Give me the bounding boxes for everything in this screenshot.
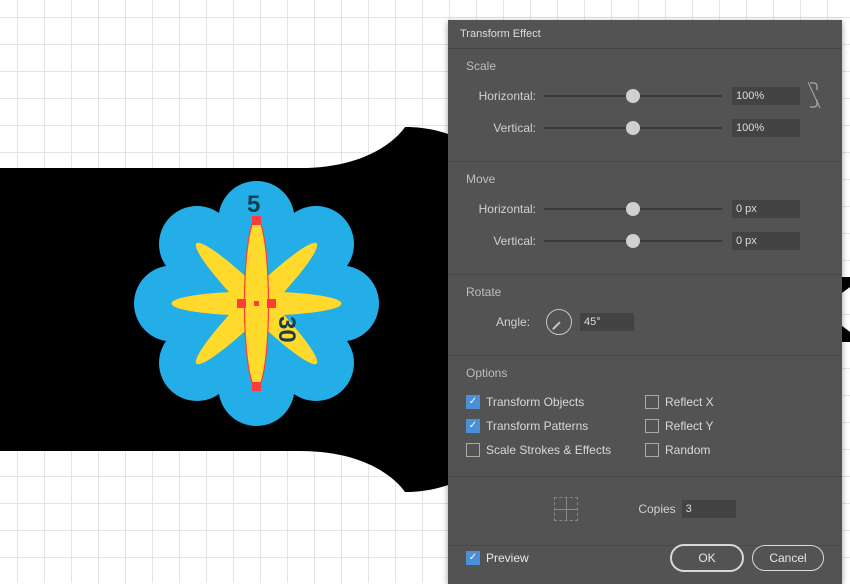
move-vertical-slider[interactable] [544, 233, 722, 249]
opt-label: Transform Objects [486, 395, 584, 409]
section-options: Options Transform Objects Reflect X Tran… [448, 356, 842, 477]
opt-reflect-x[interactable]: Reflect X [645, 390, 824, 414]
move-vertical-label: Vertical: [466, 234, 536, 248]
opt-label: Reflect X [665, 395, 714, 409]
flower-artwork[interactable]: 5 30 [129, 176, 384, 431]
options-heading: Options [466, 366, 824, 380]
annotation-right: 30 [273, 316, 300, 343]
move-horizontal-value[interactable]: 0 px [732, 200, 800, 218]
opt-label: Reflect Y [665, 419, 713, 433]
opt-transform-patterns[interactable]: Transform Patterns [466, 414, 645, 438]
scale-vertical-label: Vertical: [466, 121, 536, 135]
checkbox-icon[interactable] [466, 419, 480, 433]
opt-label: Scale Strokes & Effects [486, 443, 611, 457]
opt-reflect-y[interactable]: Reflect Y [645, 414, 824, 438]
opt-label: Random [665, 443, 710, 457]
dialog-footer: Preview OK Cancel [448, 532, 842, 584]
move-vertical-value[interactable]: 0 px [732, 232, 800, 250]
rotate-angle-label: Angle: [496, 315, 530, 329]
ok-button[interactable]: OK [670, 544, 744, 572]
scale-vertical-value[interactable]: 100% [732, 119, 800, 137]
section-scale: Scale Horizontal: 100% Vertical: 100% [448, 49, 842, 162]
link-icon[interactable] [806, 80, 824, 113]
reference-point-icon[interactable] [554, 497, 578, 521]
rotate-angle-value[interactable]: 45° [580, 313, 634, 331]
scale-heading: Scale [466, 59, 824, 73]
scale-vertical-slider[interactable] [544, 120, 722, 136]
move-heading: Move [466, 172, 824, 186]
checkbox-icon[interactable] [645, 395, 659, 409]
rotate-dial[interactable] [546, 309, 572, 335]
checkbox-icon[interactable] [466, 551, 480, 565]
rotate-heading: Rotate [466, 285, 824, 299]
dialog-title: Transform Effect [448, 20, 842, 49]
checkbox-icon[interactable] [466, 395, 480, 409]
move-horizontal-label: Horizontal: [466, 202, 536, 216]
section-rotate: Rotate Angle: 45° [448, 275, 842, 356]
scale-horizontal-label: Horizontal: [466, 89, 536, 103]
checkbox-icon[interactable] [645, 419, 659, 433]
scale-horizontal-slider[interactable] [544, 88, 722, 104]
move-horizontal-slider[interactable] [544, 201, 722, 217]
opt-transform-objects[interactable]: Transform Objects [466, 390, 645, 414]
copies-label: Copies [638, 502, 675, 516]
copies-value[interactable]: 3 [682, 500, 736, 518]
cancel-button[interactable]: Cancel [752, 545, 824, 571]
checkbox-icon[interactable] [466, 443, 480, 457]
section-move: Move Horizontal: 0 px Vertical: 0 px [448, 162, 842, 275]
preview-label: Preview [486, 551, 529, 565]
preview-checkbox[interactable]: Preview [466, 551, 529, 565]
opt-scale-strokes[interactable]: Scale Strokes & Effects [466, 438, 645, 462]
checkbox-icon[interactable] [645, 443, 659, 457]
annotation-top: 5 [247, 191, 260, 218]
opt-random[interactable]: Random [645, 438, 824, 462]
opt-label: Transform Patterns [486, 419, 588, 433]
transform-effect-dialog: Transform Effect Scale Horizontal: 100% … [448, 20, 842, 584]
scale-horizontal-value[interactable]: 100% [732, 87, 800, 105]
